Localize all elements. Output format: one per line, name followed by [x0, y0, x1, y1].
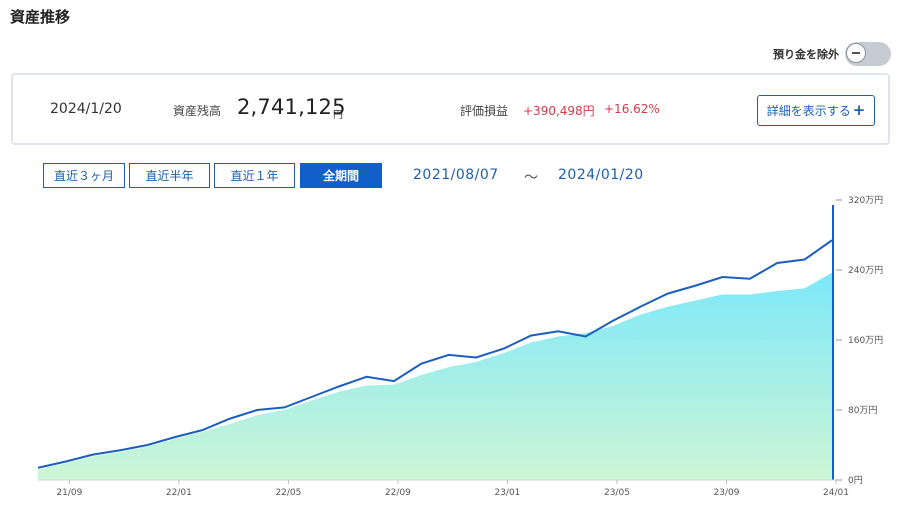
exclude-deposit-toggle-group: 預り金を除外 [773, 42, 891, 66]
asset-summary-panel: 2024/1/20 資産残高 2,741,125 円 評価損益 +390,498… [11, 73, 890, 145]
range-1-year-button[interactable]: 直近１年 [214, 163, 295, 188]
x-tick-label: 22/01 [166, 488, 192, 498]
x-tick-label: 23/09 [714, 488, 740, 498]
profit-loss-value: +390,498円 [523, 104, 595, 118]
plus-icon: + [852, 101, 866, 119]
period-start: 2021/08/07 [413, 167, 499, 183]
balance-unit: 円 [333, 110, 343, 121]
x-tick-label: 23/05 [604, 488, 630, 498]
exclude-deposit-toggle[interactable] [845, 42, 891, 66]
range-all-button[interactable]: 全期間 [300, 163, 382, 188]
summary-date: 2024/1/20 [50, 101, 122, 117]
balance-value: 2,741,125 [237, 95, 346, 119]
y-tick-label: 240万円 [848, 265, 883, 276]
x-tick-label: 24/01 [823, 488, 849, 498]
range-6-months-button[interactable]: 直近半年 [129, 163, 210, 188]
period-separator: ～ [524, 170, 538, 186]
y-tick-label: 0円 [848, 475, 863, 486]
show-details-button[interactable]: 詳細を表示する + [757, 95, 875, 126]
exclude-deposit-label: 預り金を除外 [773, 48, 839, 61]
x-tick-label: 22/09 [385, 488, 411, 498]
period-end: 2024/01/20 [558, 167, 644, 183]
profit-loss-label: 評価損益 [460, 104, 509, 118]
minus-icon [846, 43, 866, 63]
x-tick-label: 21/09 [56, 488, 82, 498]
show-details-label: 詳細を表示する [766, 104, 851, 118]
y-tick-label: 80万円 [848, 405, 877, 416]
y-tick-label: 160万円 [848, 335, 883, 346]
x-tick-label: 22/05 [275, 488, 301, 498]
balance-label: 資産残高 [173, 104, 222, 118]
x-tick-label: 23/01 [494, 488, 520, 498]
asset-chart[interactable]: 0円 80万円 160万円 240万円 320万円 21/09 22/01 22/05 22/0… [0, 195, 897, 508]
page-title: 資産推移 [10, 8, 71, 26]
chart-area-series [38, 272, 832, 480]
y-tick-label: 320万円 [848, 195, 883, 206]
range-3-months-button[interactable]: 直近３ヶ月 [43, 163, 125, 188]
profit-loss-percent: +16.62% [604, 102, 660, 116]
